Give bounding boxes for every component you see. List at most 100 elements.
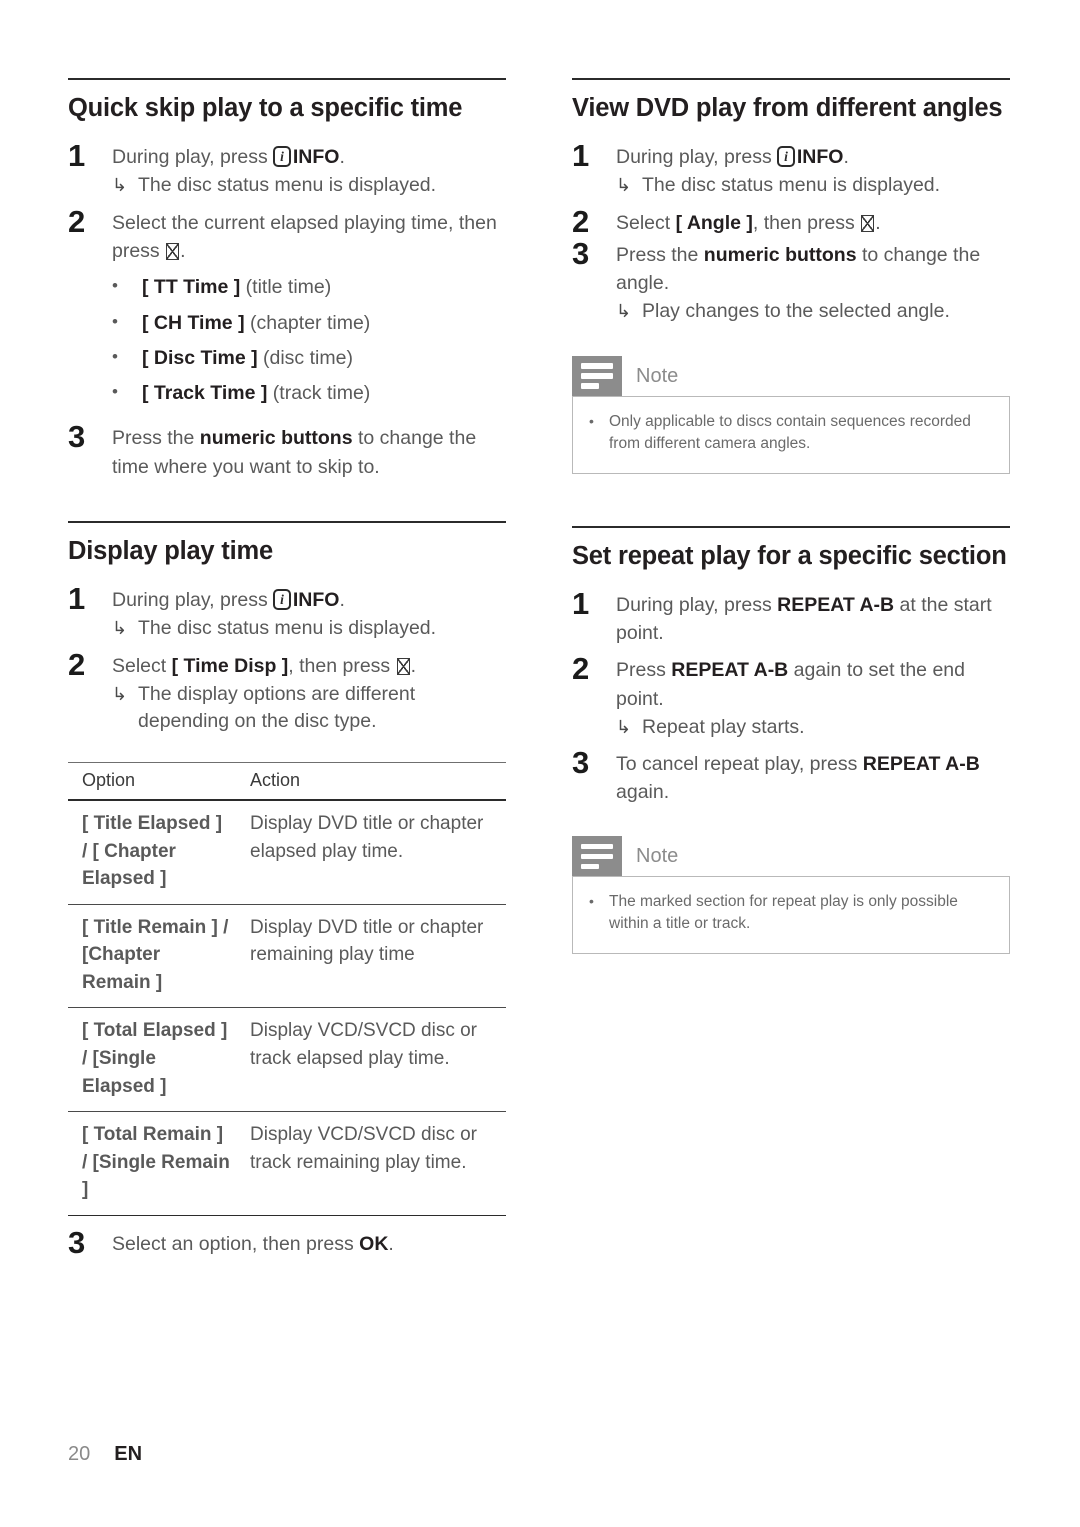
list-item: • [ CH Time ] (chapter time)	[112, 310, 506, 336]
step-text-before: Select	[112, 654, 172, 677]
info-icon: i	[273, 146, 291, 168]
step-result-text: The disc status menu is displayed.	[138, 617, 437, 640]
info-icon: i	[273, 588, 291, 610]
section-heading: Set repeat play for a specific section	[572, 542, 1007, 570]
note-content: • The marked section for repeat play is …	[572, 876, 1010, 955]
section-rule	[68, 78, 506, 80]
step-number: 2	[572, 651, 590, 687]
step-text-tail: .	[410, 654, 417, 677]
missing-glyph-icon	[396, 657, 410, 675]
step-item: 1 During play, press i INFO. ↳ The disc s…	[572, 138, 1010, 200]
arrow-icon: ↳	[112, 618, 128, 639]
step-text-after: again.	[616, 781, 670, 804]
step-text-before: Press the	[616, 244, 704, 267]
step-text: During play, press REPEAT A-B at the sta…	[616, 591, 1010, 647]
note-text: The marked section for repeat play is on…	[609, 893, 958, 933]
cell-option: [ Title Remain ] / [Chapter Remain ]	[68, 904, 236, 1009]
section-heading: Display play time	[68, 536, 273, 565]
table-row: [ Total Elapsed ] / [Single Elapsed ] Di…	[68, 1007, 506, 1113]
repeat-key-label: REPEAT A-B	[777, 594, 895, 617]
note-box: Note • The marked section for repeat pla…	[572, 836, 1010, 955]
step-result: ↳ The disc status menu is displayed.	[616, 172, 1010, 200]
step-text-after: .	[843, 146, 849, 169]
step-text: Press the numeric buttons to change the …	[616, 241, 1010, 326]
step-text-before: During play, press	[112, 146, 274, 169]
cell-option: [ Title Elapsed ] / [ Chapter Elapsed ]	[68, 800, 236, 905]
step-item: 3 To cancel repeat play, press REPEAT A-…	[572, 747, 1010, 806]
step-text: During play, press i INFO. ↳ The disc sta…	[616, 143, 1010, 200]
list-item: • Only applicable to discs contain seque…	[589, 411, 993, 455]
step-text: Select [ Angle ], then press .	[616, 209, 1010, 237]
bullet-icon: •	[589, 413, 594, 429]
step-text-bold: numeric buttons	[199, 427, 353, 450]
info-icon: i	[777, 146, 795, 168]
option-desc: (disc time)	[263, 346, 353, 369]
step-item: 3 Select an option, then press OK.	[68, 1224, 506, 1260]
step-result-text: The display options are different depend…	[138, 682, 416, 733]
arrow-icon: ↳	[616, 716, 632, 737]
display-options-table: Option Action [ Title Elapsed ] / [ Chap…	[68, 762, 506, 1216]
step-text: During play, press i INFO. ↳ The disc sta…	[112, 143, 506, 200]
step-result-text: Repeat play starts.	[642, 715, 805, 738]
section-display-play-time: Display play time 1 During play, press i…	[68, 520, 506, 1260]
step-text-before: During play, press	[112, 588, 274, 611]
page-title: Quick skip play to a specific time	[68, 94, 463, 122]
table-row: [ Total Remain ] / [Single Remain ] Disp…	[68, 1111, 506, 1216]
step-item: 2 Select the current elapsed playing tim…	[68, 206, 506, 415]
section-set-repeat-play: Set repeat play for a specific section 1…	[572, 526, 1010, 955]
step-text: During play, press i INFO. ↳ The disc sta…	[112, 586, 506, 643]
cell-action: Display DVD title or chapter remaining p…	[236, 904, 506, 1009]
bullet-icon: •	[112, 346, 118, 366]
left-column: Quick skip play to a specific time 1 Dur…	[68, 78, 506, 1267]
section-rule	[572, 526, 1010, 528]
cell-option: [ Total Remain ] / [Single Remain ]	[68, 1111, 236, 1216]
page-number: 20	[68, 1443, 91, 1465]
step-text: Press the numeric buttons to change the …	[112, 424, 506, 480]
note-icon	[572, 356, 622, 396]
steps-list: 1 During play, press i INFO. ↳ The disc s…	[572, 138, 1010, 326]
step-item: 2 Press REPEAT A-B again to set the end …	[572, 651, 1010, 741]
info-key-label: INFO	[796, 146, 844, 169]
cell-action: Display DVD title or chapter elapsed pla…	[236, 800, 506, 905]
table-header-row: Option Action	[68, 762, 506, 802]
section-quick-skip-play: Quick skip play to a specific time 1 Dur…	[68, 78, 506, 481]
bullet-icon: •	[589, 893, 594, 910]
step-text-tail: .	[180, 240, 186, 263]
step-result-text: The disc status menu is displayed.	[642, 174, 941, 197]
note-header: Note	[572, 836, 1010, 877]
menu-option-label: [ Angle ]	[675, 212, 753, 235]
note-label: Note	[636, 845, 679, 868]
steps-list: 1 During play, press i INFO. ↳ The disc s…	[68, 580, 506, 736]
step-number: 1	[68, 138, 86, 174]
table-row: [ Title Remain ] / [Chapter Remain ] Dis…	[68, 904, 506, 1009]
bullet-icon: •	[112, 382, 118, 402]
section-rule	[572, 78, 1010, 80]
repeat-key-label: REPEAT A-B	[862, 753, 980, 776]
option-label: [ CH Time ]	[142, 311, 245, 334]
step-number: 3	[572, 236, 590, 272]
cell-action: Display VCD/SVCD disc or track remaining…	[236, 1111, 506, 1216]
step-result: ↳ The display options are different depe…	[112, 681, 506, 736]
bullet-text: [ Track Time ] (track time)	[142, 380, 506, 406]
step-text: Select [ Time Disp ], then press . ↳ The…	[112, 652, 506, 736]
step-text-before: During play, press	[616, 146, 778, 169]
arrow-icon: ↳	[616, 175, 632, 196]
menu-option-label: [ Time Disp ]	[171, 654, 289, 677]
table-row: [ Title Elapsed ] / [ Chapter Elapsed ] …	[68, 800, 506, 905]
info-key-label: INFO	[292, 588, 340, 611]
missing-glyph-icon	[166, 243, 180, 261]
step-number: 1	[572, 138, 590, 174]
note-header: Note	[572, 356, 1010, 396]
step-number: 1	[68, 580, 86, 616]
column-header-action: Action	[236, 762, 506, 802]
step-result: ↳ Play changes to the selected angle.	[616, 298, 1010, 326]
list-item: • The marked section for repeat play is …	[589, 891, 993, 935]
bullet-text: [ TT Time ] (title time)	[142, 274, 506, 300]
step-text-after: , then press	[288, 654, 391, 677]
steps-list: 1 During play, press REPEAT A-B at the s…	[572, 588, 1010, 806]
step-number: 3	[68, 1224, 86, 1260]
step-text-before: Select	[616, 212, 676, 235]
note-list: • Only applicable to discs contain seque…	[589, 411, 993, 455]
step-text-after: , then press	[752, 212, 855, 235]
bullet-icon: •	[112, 276, 118, 296]
